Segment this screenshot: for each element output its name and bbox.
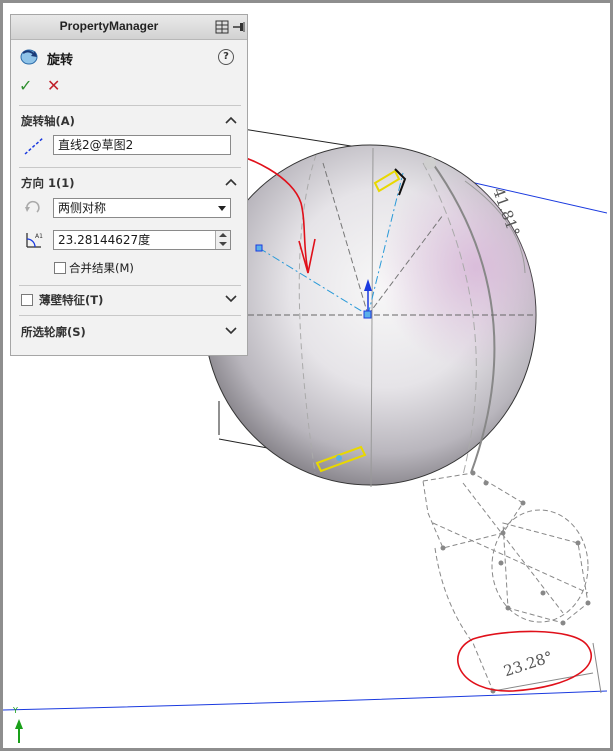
pm-header: PropertyManager: [11, 15, 247, 40]
chevron-up-icon[interactable]: [225, 178, 237, 186]
svg-text:A1: A1: [35, 233, 43, 240]
pm-title: PropertyManager: [59, 19, 159, 33]
revolve-icon: [20, 49, 38, 65]
thin-feature-checkbox[interactable]: [21, 294, 33, 306]
direction-type-select[interactable]: 两侧对称: [53, 198, 231, 218]
selected-contours-title[interactable]: 所选轮廓(S): [21, 324, 86, 340]
display-pane-icon[interactable]: [215, 20, 229, 34]
angle-input[interactable]: 23.28144627度: [53, 230, 231, 250]
chevron-down-icon: [218, 206, 226, 211]
separator: [19, 315, 241, 316]
angle-spinner[interactable]: [215, 231, 230, 249]
direction-type-value: 两侧对称: [58, 201, 107, 215]
reverse-direction-icon[interactable]: [23, 197, 43, 217]
separator: [19, 167, 241, 168]
triad-y-label: Y: [13, 706, 18, 715]
thin-feature-title[interactable]: 薄壁特征(T): [39, 292, 103, 308]
help-button[interactable]: ?: [218, 49, 234, 65]
direction-section-title[interactable]: 方向 1(1): [21, 175, 75, 191]
merge-result-label[interactable]: 合并结果(M): [69, 260, 134, 276]
merge-result-checkbox[interactable]: [54, 262, 66, 274]
chevron-up-icon[interactable]: [225, 116, 237, 124]
angle-icon: A1: [26, 233, 43, 248]
pin-icon[interactable]: [232, 20, 246, 34]
separator: [19, 285, 241, 286]
axis-field[interactable]: 直线2@草图2: [53, 135, 231, 155]
ok-button[interactable]: ✓: [19, 76, 32, 95]
axis-section-title[interactable]: 旋转轴(A): [21, 113, 75, 129]
separator: [19, 105, 241, 106]
feature-name: 旋转: [47, 53, 74, 68]
chevron-down-icon[interactable]: [225, 327, 237, 335]
chevron-down-icon[interactable]: [225, 295, 237, 303]
axis-line-icon: [24, 137, 44, 155]
property-manager: PropertyManager 旋转 ? ✓ ✕ 旋转轴(A) 直线2@草图2 …: [10, 14, 248, 356]
sketch-line-bottom: [3, 690, 607, 711]
angle-value: 23.28144627度: [58, 233, 151, 247]
cancel-button[interactable]: ✕: [47, 76, 60, 95]
